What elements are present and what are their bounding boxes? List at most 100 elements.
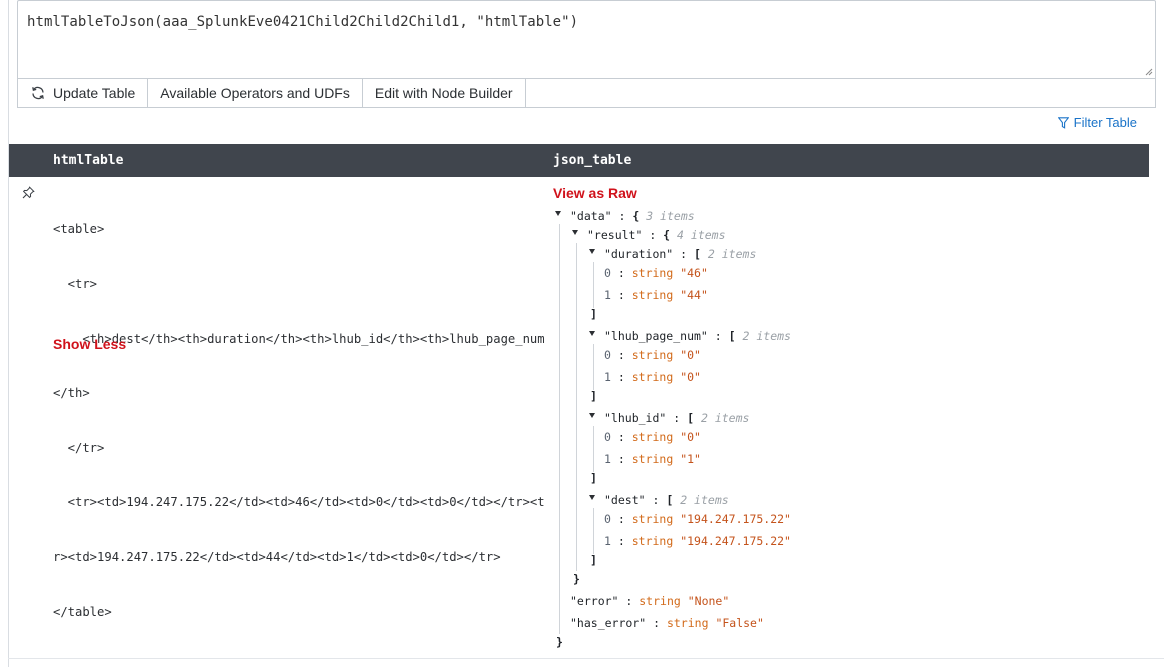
json-type: string <box>631 266 674 280</box>
json-close-brace: } <box>573 572 580 586</box>
tree-guide-line <box>576 243 577 571</box>
json-type: string <box>631 348 674 362</box>
json-key: "duration" <box>604 247 674 261</box>
json-index: 0 <box>604 430 611 444</box>
json-separator: : <box>610 288 632 302</box>
json-array-item[interactable]: 1 : string "44" <box>604 288 708 302</box>
json-separator: : <box>610 534 632 548</box>
filter-icon <box>1057 116 1069 129</box>
json-array-item[interactable]: 1 : string "194.247.175.22" <box>604 534 791 548</box>
code-line: <tr> <box>53 277 98 292</box>
json-brace: { <box>663 228 671 242</box>
json-item-count: 2 items <box>680 493 729 507</box>
json-node-lhub-page-num[interactable]: "lhub_page_num" : [ 2 items <box>604 329 791 343</box>
frame-bottom-border <box>8 658 1164 659</box>
json-key: "result" <box>587 228 643 242</box>
json-index: 0 <box>604 266 611 280</box>
json-key: "lhub_page_num" <box>604 329 708 343</box>
json-array-item[interactable]: 0 : string "0" <box>604 430 701 444</box>
collapse-caret-icon[interactable] <box>589 249 595 254</box>
collapse-caret-icon[interactable] <box>589 495 595 500</box>
json-separator: : <box>707 329 729 343</box>
json-bracket: [ <box>687 411 695 425</box>
json-item-count: 4 items <box>677 228 726 242</box>
json-index: 1 <box>604 452 611 466</box>
json-type: string <box>631 452 674 466</box>
json-value: "0" <box>680 370 701 384</box>
column-header-json-table[interactable]: json_table <box>553 153 631 168</box>
json-close-bracket: ] <box>590 307 597 321</box>
json-key: "error" <box>570 594 619 608</box>
html-table-cell: <table> <tr> <th>dest</th><th>duration</… <box>53 184 545 639</box>
resize-grip-icon[interactable] <box>1145 68 1153 76</box>
code-line: </tr> <box>53 440 105 455</box>
json-type: string <box>631 534 674 548</box>
json-array-item[interactable]: 0 : string "46" <box>604 266 708 280</box>
json-index: 0 <box>604 512 611 526</box>
json-node-result[interactable]: "result" : { 4 items <box>587 228 726 242</box>
json-separator: : <box>642 228 664 242</box>
code-line: </th> <box>53 386 90 401</box>
json-separator: : <box>645 493 667 507</box>
collapse-caret-icon[interactable] <box>572 230 578 235</box>
json-close-bracket: ] <box>590 553 597 567</box>
json-separator: : <box>610 512 632 526</box>
json-array-item[interactable]: 0 : string "0" <box>604 348 701 362</box>
code-line: <th>dest</th><th>duration</th><th>lhub_i… <box>53 331 545 346</box>
json-array-item[interactable]: 1 : string "0" <box>604 370 701 384</box>
json-node-lhub-id[interactable]: "lhub_id" : [ 2 items <box>604 411 749 425</box>
frame-left-border <box>8 0 9 667</box>
json-value: "None" <box>687 594 730 608</box>
collapse-caret-icon[interactable] <box>589 413 595 418</box>
update-table-button[interactable]: Update Table <box>18 79 149 107</box>
json-value: "194.247.175.22" <box>680 534 791 548</box>
json-separator: : <box>610 266 632 280</box>
collapse-caret-icon[interactable] <box>589 331 595 336</box>
json-separator: : <box>611 209 633 223</box>
node-builder-button[interactable]: Edit with Node Builder <box>363 79 526 107</box>
json-type: string <box>631 370 674 384</box>
json-key: "data" <box>570 209 612 223</box>
json-separator: : <box>673 247 695 261</box>
pin-icon[interactable] <box>22 186 35 199</box>
query-toolbar: Update Table Available Operators and UDF… <box>17 78 1156 108</box>
code-line: </table> <box>53 604 112 619</box>
json-node-duration[interactable]: "duration" : [ 2 items <box>604 247 756 261</box>
show-less-link[interactable]: Show Less <box>53 336 126 352</box>
tree-guide-line <box>593 262 594 308</box>
json-index: 1 <box>604 288 611 302</box>
json-type: string <box>639 594 681 608</box>
json-value: "False" <box>715 616 764 630</box>
json-value: "44" <box>680 288 708 302</box>
json-bracket: [ <box>666 493 674 507</box>
json-separator: : <box>646 616 667 630</box>
query-editor[interactable]: htmlTableToJson(aaa_SplunkEve0421Child2C… <box>17 0 1156 79</box>
json-item-count: 3 items <box>646 209 695 223</box>
tree-guide-line <box>559 224 560 634</box>
query-text[interactable]: htmlTableToJson(aaa_SplunkEve0421Child2C… <box>27 14 578 30</box>
json-index: 0 <box>604 348 611 362</box>
json-bracket: [ <box>728 329 736 343</box>
json-node-has-error[interactable]: "has_error" : string "False" <box>570 616 764 630</box>
json-node-dest[interactable]: "dest" : [ 2 items <box>604 493 729 507</box>
operators-udfs-button[interactable]: Available Operators and UDFs <box>148 79 363 107</box>
json-value: "0" <box>680 430 701 444</box>
collapse-caret-icon[interactable] <box>555 211 561 216</box>
json-node-data[interactable]: "data" : { 3 items <box>570 209 695 223</box>
code-line: r><td>194.247.175.22</td><td>44</td><td>… <box>53 550 501 565</box>
column-header-htmltable[interactable]: htmlTable <box>53 153 123 168</box>
json-array-item[interactable]: 0 : string "194.247.175.22" <box>604 512 791 526</box>
json-value: "46" <box>680 266 708 280</box>
code-line: <tr><td>194.247.175.22</td><td>46</td><t… <box>53 495 545 510</box>
json-node-error[interactable]: "error" : string "None" <box>570 594 729 608</box>
json-item-count: 2 items <box>742 329 791 343</box>
json-close-bracket: ] <box>590 471 597 485</box>
json-separator: : <box>666 411 688 425</box>
refresh-icon <box>32 86 44 100</box>
table-header: htmlTable json_table <box>9 144 1149 177</box>
view-as-raw-link[interactable]: View as Raw <box>553 185 637 201</box>
filter-table-link[interactable]: Filter Table <box>1057 115 1137 130</box>
json-separator: : <box>610 430 632 444</box>
json-array-item[interactable]: 1 : string "1" <box>604 452 701 466</box>
json-type: string <box>631 288 674 302</box>
